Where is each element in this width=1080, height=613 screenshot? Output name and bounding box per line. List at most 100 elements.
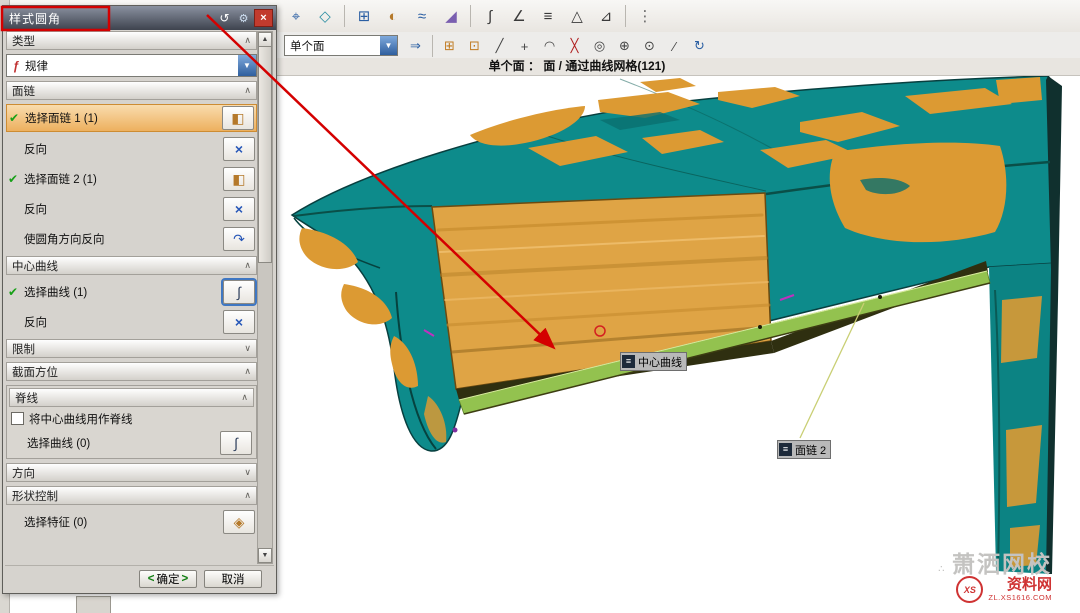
quadrant-snap-icon[interactable]: ⊕ [613, 35, 636, 57]
reverse-label: 反向 [24, 201, 220, 217]
reset-icon[interactable]: ↺ [216, 10, 233, 26]
reverse-face-chain-1-row: 反向 × [6, 136, 257, 162]
curve-comb-icon[interactable]: ∫ [477, 3, 503, 29]
close-icon[interactable]: × [254, 9, 273, 27]
reverse-direction-icon[interactable]: × [223, 310, 255, 334]
reverse-blend-label: 使圆角方向反向 [24, 231, 220, 247]
chevron-down-icon[interactable]: ▼ [380, 36, 397, 55]
use-center-curve-as-spine-row: 将中心曲线用作脊线 [9, 409, 254, 428]
collapse-chevron-icon: ∧ [244, 35, 251, 46]
draft-analysis-icon[interactable]: ⊿ [593, 3, 619, 29]
point-on-curve-snap-icon[interactable]: ∕ [663, 35, 686, 57]
end-point-snap-icon[interactable]: ╱ [488, 35, 511, 57]
dialog-body: 类型 ∧ ƒ 规律 ▼ 面链 ∧ ✔ 选择面链 1 (1) ◧ 反向 × [6, 31, 257, 564]
list-icon: ≡ [622, 355, 635, 368]
swept-icon[interactable]: ◐ [380, 3, 406, 29]
use-center-curve-checkbox[interactable] [11, 412, 24, 425]
section-header-type[interactable]: 类型 ∧ [6, 31, 257, 50]
taskbar-fragment [76, 596, 111, 613]
chevron-down-icon[interactable]: ▼ [238, 55, 256, 76]
expand-chevron-icon: ∨ [244, 343, 251, 354]
arc-snap-icon[interactable]: ◠ [538, 35, 561, 57]
toolbar-separator [344, 5, 345, 27]
cancel-button[interactable]: 取消 [204, 570, 262, 588]
face-chain-2-label-text: 面链 2 [795, 442, 826, 458]
watermark: ∴ 萧洒网校 XS 资料网 ZL.XS1616.COM [938, 545, 1052, 603]
face-chain-header-label: 面链 [12, 83, 35, 99]
scroll-down-icon[interactable]: ▼ [258, 548, 272, 563]
snap-toolbar-icons: ⇒ ⊞⊡╱+◠╳◎⊕⊙∕↻ [404, 35, 711, 57]
section-header-limits[interactable]: 限制 ∨ [6, 339, 257, 358]
check-icon: ✔ [9, 111, 22, 125]
section-header-shape-control[interactable]: 形状控制 ∧ [6, 486, 257, 505]
reverse-blend-icon[interactable]: ↷ [223, 227, 255, 251]
section-header-direction[interactable]: 方向 ∨ [6, 463, 257, 482]
collapse-chevron-icon: ∧ [244, 490, 251, 501]
ok-button[interactable]: < 确定 > [139, 570, 197, 588]
section-header-face-chain[interactable]: 面链 ∧ [6, 81, 257, 100]
feature-select-icon[interactable]: ◈ [223, 510, 255, 534]
deviation-gauge-icon[interactable]: ∠ [506, 3, 532, 29]
section-surface-icon[interactable]: ◢ [438, 3, 464, 29]
toolbar-separator [470, 5, 471, 27]
spine-group: 脊线 ∧ 将中心曲线用作脊线 选择曲线 (0) ∫ [6, 385, 257, 459]
snap-grid-icon[interactable]: ⊞ [438, 35, 461, 57]
collapse-chevron-icon: ∧ [244, 366, 251, 377]
ok-label: 确定 [157, 571, 180, 587]
watermark-site: 资料网 [988, 577, 1052, 593]
section-orientation-header-label: 截面方位 [12, 364, 58, 380]
select-face-chain-1-label: 选择面链 1 (1) [25, 110, 219, 126]
type-dropdown[interactable]: ƒ 规律 ▼ [6, 54, 257, 77]
select-spine-curve-row[interactable]: 选择曲线 (0) ∫ [9, 430, 254, 456]
dialog-footer: < 确定 > 取消 [5, 565, 274, 591]
mid-point-snap-icon[interactable]: + [513, 35, 536, 57]
select-spine-curve-label: 选择曲线 (0) [27, 435, 217, 451]
select-feature-label: 选择特征 (0) [24, 514, 220, 530]
dialog-options-gear-icon[interactable]: ⚙ [235, 10, 252, 26]
dialog-titlebar[interactable]: 样式圆角 ↺ ⚙ × [3, 6, 276, 30]
center-curve-header-label: 中心曲线 [12, 258, 58, 274]
section-header-spine[interactable]: 脊线 ∧ [9, 388, 254, 407]
highlight-lines-icon[interactable]: ≡ [535, 3, 561, 29]
curve-select-icon[interactable]: ∫ [220, 431, 252, 455]
existing-point-snap-icon[interactable]: ⊙ [638, 35, 661, 57]
face-chain-select-icon[interactable]: ◧ [222, 106, 254, 130]
intersection-snap-icon[interactable]: ╳ [563, 35, 586, 57]
scrollbar-thumb[interactable] [258, 46, 272, 263]
face-chain-select-icon[interactable]: ◧ [223, 167, 255, 191]
selection-filter-dropdown[interactable]: 单个面 ▼ [284, 35, 398, 56]
selection-filter-apply-icon[interactable]: ⇒ [404, 35, 427, 57]
reverse-direction-icon[interactable]: × [223, 197, 255, 221]
type-header-label: 类型 [12, 33, 35, 49]
select-center-curve-label: 选择曲线 (1) [24, 284, 220, 300]
datum-plane-icon[interactable]: ◇ [312, 3, 338, 29]
toolbar-separator [432, 35, 433, 57]
select-face-chain-1-row[interactable]: ✔ 选择面链 1 (1) ◧ [6, 104, 257, 132]
center-curve-label-text: 中心曲线 [638, 354, 682, 370]
section-header-section-orientation[interactable]: 截面方位 ∧ [6, 362, 257, 381]
snap-point-icon[interactable]: ⌖ [283, 3, 309, 29]
rotate-view-icon[interactable]: ↻ [688, 35, 711, 57]
toolbar-overflow-icon[interactable]: ⋮ [632, 3, 658, 29]
center-snap-icon[interactable]: ◎ [588, 35, 611, 57]
dialog-scrollbar[interactable]: ▲ ▼ [257, 31, 273, 564]
section-header-center-curve[interactable]: 中心曲线 ∧ [6, 256, 257, 275]
reverse-label: 反向 [24, 314, 220, 330]
through-curves-icon[interactable]: ⊞ [351, 3, 377, 29]
select-face-chain-2-row[interactable]: ✔ 选择面链 2 (1) ◧ [6, 166, 257, 192]
curve-select-icon[interactable]: ∫ [223, 280, 255, 304]
use-center-curve-label: 将中心曲线用作脊线 [29, 411, 133, 427]
ok-left-arrow: < [148, 573, 155, 585]
peak-analysis-icon[interactable]: △ [564, 3, 590, 29]
ruled-surface-icon[interactable]: ≈ [409, 3, 435, 29]
select-feature-row[interactable]: 选择特征 (0) ◈ [6, 509, 257, 535]
reverse-direction-icon[interactable]: × [223, 137, 255, 161]
face-chain-2-label: ≡ 面链 2 [777, 440, 831, 459]
watermark-name: 萧洒网校 [952, 551, 1052, 577]
select-center-curve-row[interactable]: ✔ 选择曲线 (1) ∫ [6, 279, 257, 305]
scroll-up-icon[interactable]: ▲ [258, 32, 272, 47]
watermark-logo: XS [956, 576, 983, 603]
snap-point-grid-icon[interactable]: ⊡ [463, 35, 486, 57]
type-dropdown-value: 规律 [25, 58, 238, 74]
collapse-chevron-icon: ∧ [241, 392, 248, 403]
